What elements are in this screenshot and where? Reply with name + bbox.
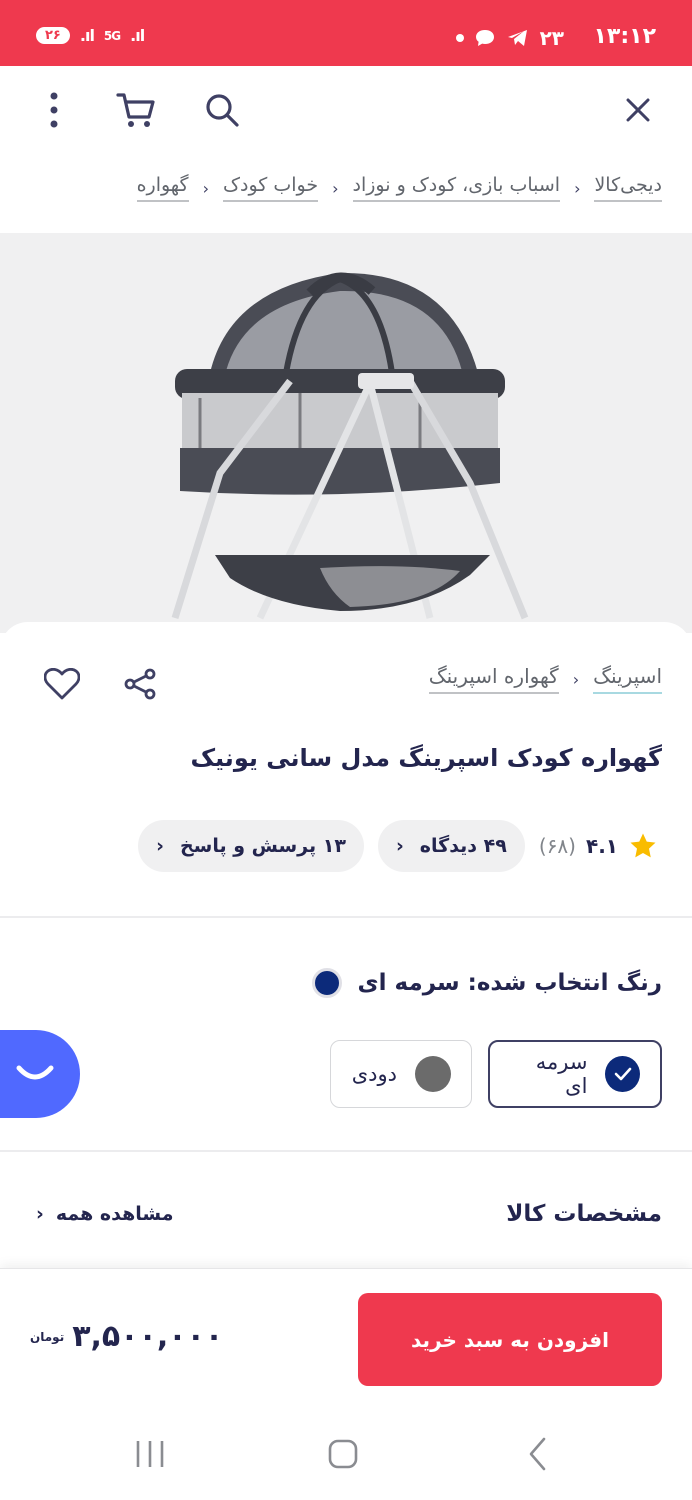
- telegram-icon: [507, 30, 527, 46]
- price: ۳,۵۰۰,۰۰۰ تومان: [30, 1319, 223, 1354]
- check-icon: [605, 1056, 640, 1092]
- color-option-label: سرمه ای: [535, 1050, 588, 1098]
- baby-cradle-image: [171, 272, 529, 620]
- buy-bar: افزودن به سبد خرید ۳,۵۰۰,۰۰۰ تومان: [0, 1268, 692, 1400]
- add-to-cart-button[interactable]: افزودن به سبد خرید: [358, 1293, 662, 1386]
- color-option-grey[interactable]: دودی: [330, 1040, 472, 1108]
- rating: ۴.۱ (۶۸): [539, 831, 658, 861]
- signal-icon: .ıl: [79, 26, 95, 45]
- breadcrumb-item-sleep[interactable]: خواب کودک: [223, 174, 319, 202]
- breadcrumb: دیجی‌کالا ‹ اسباب بازی، کودک و نوزاد ‹ خ…: [14, 166, 662, 210]
- rating-value: ۴.۱: [585, 834, 618, 858]
- network-label: 5G: [103, 28, 121, 43]
- selected-color-swatch: [311, 968, 342, 998]
- temperature-label: ۲۳: [539, 26, 564, 50]
- recent-apps-button[interactable]: [130, 1434, 170, 1474]
- brand-row: اسپرینگ ‹ گهواره اسپرینگ: [428, 664, 662, 694]
- brand-link[interactable]: اسپرینگ: [593, 664, 662, 694]
- more-vertical-icon: [50, 92, 58, 128]
- chat-bubble-icon: [475, 30, 494, 46]
- reviews-label: ۴۹ دیدگاه: [419, 835, 507, 857]
- color-option-navy[interactable]: سرمه ای: [488, 1040, 662, 1108]
- price-value: ۳,۵۰۰,۰۰۰: [72, 1319, 224, 1354]
- see-all-label: مشاهده همه: [55, 1203, 174, 1225]
- see-all-link[interactable]: مشاهده همه ‹: [36, 1203, 174, 1225]
- back-icon: [529, 1437, 546, 1471]
- signal-icon-2: .ıl: [130, 26, 145, 45]
- cart-button[interactable]: [112, 86, 160, 134]
- top-toolbar: [0, 66, 692, 154]
- share-icon: [124, 668, 156, 700]
- system-nav-bar: [0, 1400, 692, 1500]
- category-link[interactable]: گهواره اسپرینگ: [428, 664, 559, 694]
- chevron-left-icon: ‹: [332, 178, 339, 198]
- color-options: سرمه ای دودی: [330, 1040, 662, 1108]
- home-icon: [328, 1439, 358, 1469]
- divider: [0, 1150, 692, 1152]
- chevron-left-icon: ‹: [395, 835, 404, 857]
- color-option-label: دودی: [351, 1062, 397, 1086]
- chevron-left-icon: ‹: [574, 178, 581, 198]
- back-button[interactable]: [518, 1434, 558, 1474]
- cart-icon: [116, 93, 155, 127]
- rating-count: (۶۸): [538, 834, 576, 858]
- chat-button[interactable]: [0, 1030, 80, 1118]
- search-icon: [206, 94, 239, 127]
- battery-indicator: ۲۶: [36, 27, 70, 44]
- home-button[interactable]: [323, 1434, 363, 1474]
- divider: [0, 916, 692, 918]
- star-icon: [630, 833, 656, 858]
- chevron-left-icon: ‹: [156, 835, 164, 857]
- breadcrumb-item-home[interactable]: دیجی‌کالا: [594, 174, 662, 202]
- product-image[interactable]: [0, 233, 692, 633]
- status-right-icons: ۲۳: [455, 26, 564, 50]
- specs-header: مشخصات کالا مشاهده همه ‹: [36, 1194, 662, 1234]
- status-left: ۲۶ .ıl 5G .ıl: [36, 26, 145, 45]
- questions-pill[interactable]: ۱۳ پرسش و پاسخ ‹: [138, 820, 364, 872]
- share-button[interactable]: [118, 662, 162, 706]
- selected-color-label: رنگ انتخاب شده: سرمه ای: [311, 968, 662, 998]
- recent-apps-icon: [136, 1441, 164, 1467]
- status-bar: ۲۶ .ıl 5G .ıl ۲۳ ۱۳:۱۲: [0, 0, 692, 66]
- chevron-left-icon: ‹: [202, 178, 210, 198]
- questions-label: ۱۳ پرسش و پاسخ: [179, 835, 346, 857]
- heart-icon: [44, 668, 80, 700]
- notification-dot-icon: [455, 34, 464, 42]
- breadcrumb-item-cradle[interactable]: گهواره: [136, 174, 189, 202]
- close-icon: [626, 98, 650, 122]
- color-swatch: [415, 1056, 451, 1092]
- close-button[interactable]: [614, 86, 662, 134]
- specs-title: مشخصات کالا: [506, 1201, 662, 1227]
- search-button[interactable]: [198, 86, 246, 134]
- price-currency: تومان: [30, 1329, 65, 1344]
- smile-icon: [16, 1065, 54, 1080]
- product-meta-row: ۴.۱ (۶۸) ۴۹ دیدگاه ‹ ۱۳ پرسش و پاسخ ‹: [138, 820, 658, 872]
- product-title: گهواره کودک اسپرینگ مدل سانی یونیک: [190, 744, 662, 772]
- chevron-left-icon: ‹: [572, 669, 580, 689]
- reviews-pill[interactable]: ۴۹ دیدگاه ‹: [377, 820, 525, 872]
- status-time: ۱۳:۱۲: [593, 24, 656, 49]
- selected-color-text: رنگ انتخاب شده: سرمه ای: [357, 970, 662, 996]
- product-info-card: اسپرینگ ‹ گهواره اسپرینگ گهواره کودک اسپ…: [0, 622, 692, 1322]
- favorite-button[interactable]: [40, 662, 84, 706]
- more-button[interactable]: [30, 86, 78, 134]
- chevron-left-icon: ‹: [36, 1203, 44, 1225]
- breadcrumb-item-toys[interactable]: اسباب بازی، کودک و نوزاد: [352, 174, 561, 202]
